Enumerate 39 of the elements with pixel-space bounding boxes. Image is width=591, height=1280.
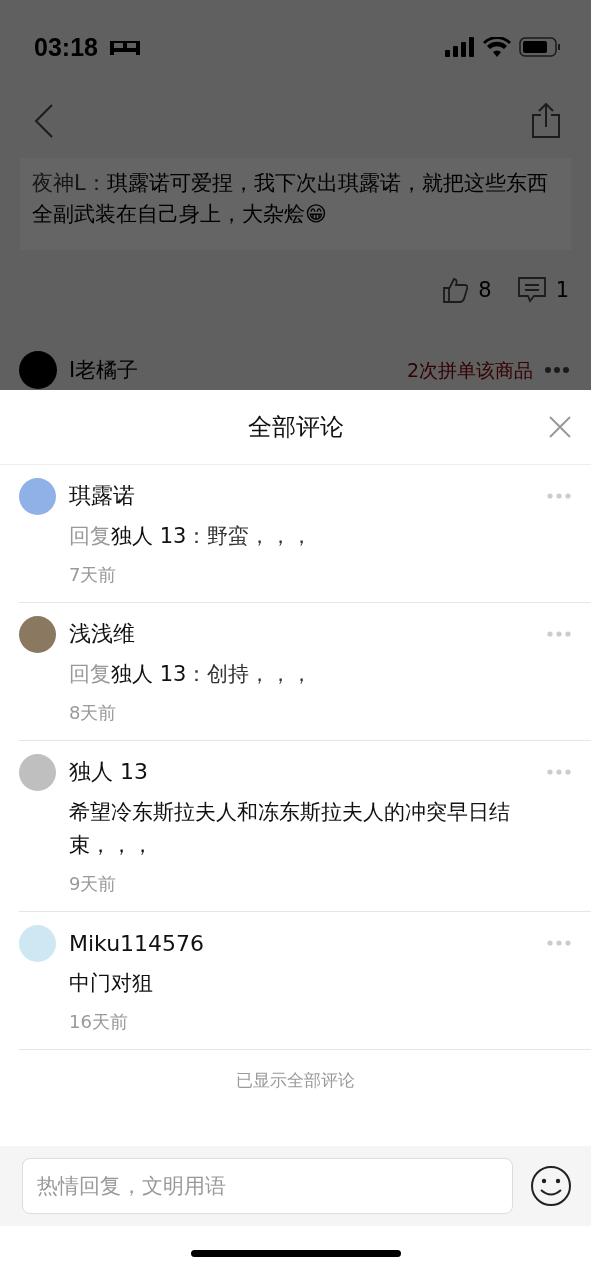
username[interactable]: 浅浅维 xyxy=(69,619,135,649)
more-icon[interactable] xyxy=(547,493,571,499)
more-icon[interactable] xyxy=(547,769,571,775)
like-count: 8 xyxy=(478,278,492,302)
username[interactable]: Miku114576 xyxy=(69,930,205,956)
comment-time: 8天前 xyxy=(69,701,118,725)
username[interactable]: 独人 13 xyxy=(69,757,148,787)
end-of-comments-note: 已显示全部评论 xyxy=(235,1069,356,1092)
battery-icon xyxy=(519,37,561,57)
comment-text: 希望冷东斯拉夫人和冻东斯拉夫人的冲突早日结束，，， xyxy=(69,799,511,859)
avatar[interactable] xyxy=(19,615,56,653)
signal-icon xyxy=(445,37,475,57)
comment-time: 9天前 xyxy=(69,872,118,896)
share-icon[interactable] xyxy=(531,103,561,139)
more-icon[interactable] xyxy=(545,367,569,373)
avatar[interactable] xyxy=(19,753,56,791)
comment-icon[interactable] xyxy=(517,277,546,303)
emoji-icon[interactable] xyxy=(530,1165,572,1207)
more-icon[interactable] xyxy=(547,940,571,946)
comment-text: 中门对狙 xyxy=(69,970,154,997)
status-time: 03:18 xyxy=(34,32,98,62)
comment-text: 回复独人 13：野蛮，，， xyxy=(69,523,314,550)
username[interactable]: 琪露诺 xyxy=(69,481,135,511)
purchase-note: 2次拼单该商品 xyxy=(406,358,533,383)
more-icon[interactable] xyxy=(547,631,571,637)
close-icon[interactable] xyxy=(549,416,571,438)
reply-input-field[interactable]: 热情回复，文明用语 xyxy=(22,1158,513,1214)
avatar[interactable] xyxy=(19,351,57,389)
comment-time: 7天前 xyxy=(69,563,118,587)
thumbs-up-icon[interactable] xyxy=(442,277,469,303)
reply-count: 1 xyxy=(555,278,569,302)
back-icon[interactable] xyxy=(34,104,54,138)
home-indicator[interactable] xyxy=(190,1249,401,1257)
avatar[interactable] xyxy=(19,477,56,515)
quoted-comment: 夜神L：琪露诺可爱捏，我下次出琪露诺，就把这些东西全副武装在自己身上，大杂烩😁 xyxy=(20,158,571,250)
comment-time: 16天前 xyxy=(69,1010,129,1034)
comment-text: 回复独人 13：创持，，， xyxy=(69,661,314,688)
sheet-title: 全部评论 xyxy=(247,412,344,443)
wifi-icon xyxy=(483,37,511,57)
